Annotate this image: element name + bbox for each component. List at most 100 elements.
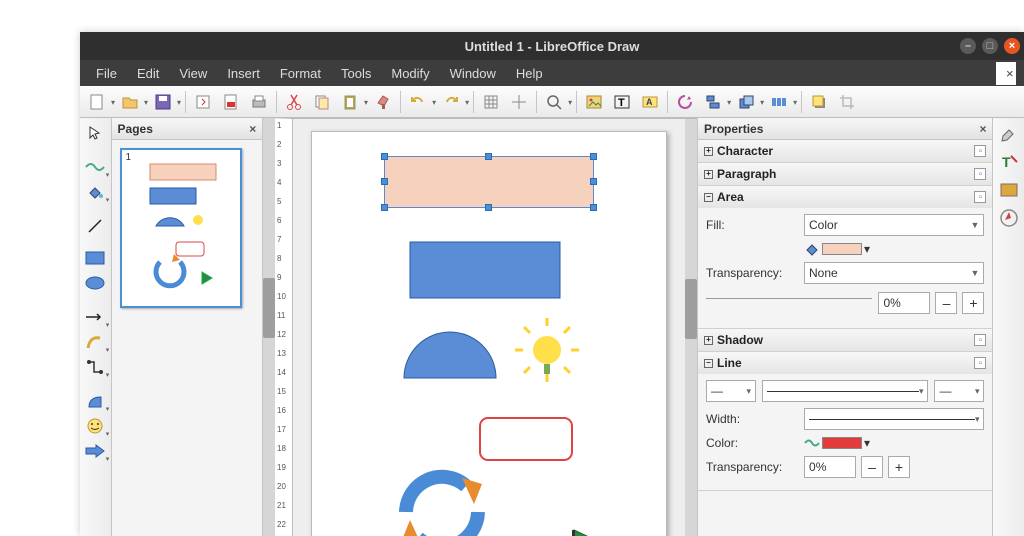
fill-color-dropdown[interactable]: ▾ <box>864 242 870 256</box>
section-paragraph[interactable]: +Paragraph▫ <box>698 163 992 185</box>
properties-panel: Properties × +Character▫ +Paragraph▫ –Ar… <box>697 118 992 536</box>
redo-button[interactable] <box>438 90 464 114</box>
fill-bucket-icon <box>804 242 820 256</box>
insert-textbox-button[interactable]: T <box>609 90 635 114</box>
insert-image-button[interactable] <box>581 90 607 114</box>
open-button[interactable] <box>117 90 143 114</box>
block-arrows-tool[interactable]: ▾ <box>82 440 108 462</box>
basic-shapes-tool[interactable]: ▾ <box>82 390 108 412</box>
sidebar-styles-tab[interactable]: T <box>999 152 1019 172</box>
menu-format[interactable]: Format <box>270 62 331 85</box>
main-toolbar: ▾ ▾ ▾ ▾ ▾ ▾ ▾ T A ▾ ▾ ▾ <box>80 86 1024 118</box>
save-button[interactable] <box>150 90 176 114</box>
ellipse-tool[interactable] <box>82 272 108 294</box>
properties-title: Properties <box>704 122 763 136</box>
menu-modify[interactable]: Modify <box>381 62 439 85</box>
sidebar-tabs: T <box>992 118 1024 536</box>
transparency-decrease[interactable]: – <box>935 292 957 314</box>
line-transp-increase[interactable]: + <box>888 456 910 478</box>
clone-format-button[interactable] <box>370 90 396 114</box>
arrow-tool[interactable]: ▾ <box>82 306 108 328</box>
line-style-select[interactable]: ▾ <box>762 380 928 402</box>
section-shadow[interactable]: +Shadow▫ <box>698 329 992 351</box>
line-start-arrow[interactable]: —▾ <box>706 380 756 402</box>
line-width-select[interactable]: ▾ <box>804 408 984 430</box>
select-tool[interactable] <box>82 122 108 144</box>
line-color-dropdown[interactable]: ▾ <box>864 436 870 450</box>
paste-button[interactable] <box>337 90 363 114</box>
app-window: Untitled 1 - LibreOffice Draw – □ × File… <box>80 32 1024 536</box>
line-color-label: Color: <box>706 436 798 450</box>
pages-panel: Pages × 1 <box>112 118 264 536</box>
transparency-increase[interactable]: + <box>962 292 984 314</box>
menu-window[interactable]: Window <box>440 62 506 85</box>
line-end-arrow[interactable]: —▾ <box>934 380 984 402</box>
rectangle-tool[interactable] <box>82 247 108 269</box>
transparency-select[interactable]: None▼ <box>804 262 984 284</box>
new-button[interactable] <box>84 90 110 114</box>
menu-view[interactable]: View <box>169 62 217 85</box>
sidebar-navigator-tab[interactable] <box>999 208 1019 228</box>
section-area[interactable]: –Area▫ <box>698 186 992 208</box>
properties-close[interactable]: × <box>979 122 986 136</box>
menu-help[interactable]: Help <box>506 62 553 85</box>
menu-edit[interactable]: Edit <box>127 62 169 85</box>
maximize-button[interactable]: □ <box>982 38 998 54</box>
align-button[interactable] <box>700 90 726 114</box>
connector-tool[interactable]: ▾ <box>82 356 108 378</box>
pages-panel-title: Pages <box>118 122 153 136</box>
fill-color-tool[interactable]: ▾ <box>82 181 108 203</box>
cut-button[interactable] <box>281 90 307 114</box>
curve-tool[interactable]: ▾ <box>82 331 108 353</box>
window-title: Untitled 1 - LibreOffice Draw <box>465 39 640 54</box>
menu-file[interactable]: File <box>86 62 127 85</box>
rotate-button[interactable] <box>672 90 698 114</box>
fill-color-swatch[interactable] <box>822 243 862 255</box>
svg-text:A: A <box>646 97 653 107</box>
panel-splitter[interactable] <box>263 118 275 536</box>
page-number: 1 <box>126 152 132 163</box>
symbol-shapes-tool[interactable]: ▾ <box>82 415 108 437</box>
transparency-slider[interactable] <box>706 298 872 316</box>
minimize-button[interactable]: – <box>960 38 976 54</box>
sidebar-properties-tab[interactable] <box>999 124 1019 144</box>
copy-button[interactable] <box>309 90 335 114</box>
section-line[interactable]: –Line▫ <box>698 352 992 374</box>
print-button[interactable] <box>246 90 272 114</box>
menu-insert[interactable]: Insert <box>217 62 270 85</box>
undo-button[interactable] <box>405 90 431 114</box>
arrange-button[interactable] <box>733 90 759 114</box>
zoom-button[interactable] <box>541 90 567 114</box>
sidebar-gallery-tab[interactable] <box>999 180 1019 200</box>
export-pdf-button[interactable] <box>218 90 244 114</box>
line-color-icon <box>804 437 820 449</box>
distribute-button[interactable] <box>766 90 792 114</box>
canvas-splitter[interactable] <box>685 119 697 536</box>
pages-panel-close[interactable]: × <box>249 122 256 136</box>
page-thumbnail-1[interactable]: 1 <box>120 148 242 308</box>
line-transp-spin[interactable]: 0% <box>804 456 856 478</box>
section-character[interactable]: +Character▫ <box>698 140 992 162</box>
line-color-tool[interactable]: ▾ <box>82 156 108 178</box>
vertical-ruler: 1234567891011121314151617181920212223242… <box>275 119 293 536</box>
grid-button[interactable] <box>478 90 504 114</box>
insert-fontwork-button[interactable]: A <box>637 90 663 114</box>
svg-text:T: T <box>618 97 625 109</box>
line-tool[interactable] <box>82 215 108 237</box>
export-button[interactable] <box>190 90 216 114</box>
line-color-swatch[interactable] <box>822 437 862 449</box>
line-transp-label: Transparency: <box>706 460 798 474</box>
menu-tools[interactable]: Tools <box>331 62 381 85</box>
close-button[interactable]: × <box>1004 38 1020 54</box>
fill-type-select[interactable]: Color▼ <box>804 214 984 236</box>
drawing-page[interactable] <box>311 131 667 536</box>
line-transp-decrease[interactable]: – <box>861 456 883 478</box>
transparency-spin[interactable]: 0% <box>878 292 930 314</box>
fill-label: Fill: <box>706 218 798 232</box>
crop-button[interactable] <box>834 90 860 114</box>
left-toolbox: ▾ ▾ ▾ ▾ ▾ ▾ ▾ ▾ <box>80 118 112 536</box>
shadow-button[interactable] <box>806 90 832 114</box>
helplines-button[interactable] <box>506 90 532 114</box>
width-label: Width: <box>706 412 798 426</box>
document-close-button[interactable]: × <box>996 62 1016 85</box>
